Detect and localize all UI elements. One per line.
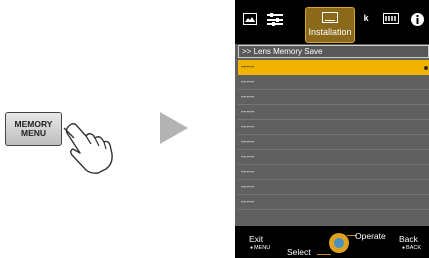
lens-memory-list: ----- ----- ----- ----- ----- ----- ----… bbox=[238, 60, 429, 210]
lens-memory-slot[interactable]: ----- bbox=[238, 195, 429, 210]
back-key: BACK bbox=[402, 245, 421, 251]
button-label-line2: MENU bbox=[20, 128, 47, 138]
lens-memory-slot[interactable]: ----- bbox=[238, 165, 429, 180]
tab-wrench-icon[interactable]: ᵏ bbox=[364, 13, 369, 27]
lens-memory-slot[interactable]: ----- bbox=[238, 75, 429, 90]
tab-display-icon[interactable] bbox=[383, 13, 399, 28]
menu-footer: Exit MENU Select Operate Back BACK bbox=[235, 226, 429, 258]
tab-info-icon[interactable] bbox=[411, 13, 424, 29]
tab-adjust-sliders-icon[interactable] bbox=[267, 13, 283, 29]
tab-installation[interactable]: Installation bbox=[305, 7, 355, 43]
lens-memory-slot[interactable]: ----- bbox=[238, 90, 429, 105]
lens-memory-slot[interactable]: ----- bbox=[238, 135, 429, 150]
memory-menu-button[interactable]: MEMORY MENU bbox=[5, 112, 62, 146]
menu-title: >> Lens Memory Save bbox=[238, 45, 429, 58]
operate-label: Operate bbox=[355, 231, 386, 241]
exit-key: MENU bbox=[250, 245, 270, 251]
back-label: Back bbox=[399, 234, 418, 244]
tab-installation-label: Installation bbox=[308, 27, 352, 37]
play-arrow-icon bbox=[160, 112, 188, 144]
lens-memory-slot[interactable]: ----- bbox=[238, 60, 429, 75]
select-leader-line bbox=[317, 254, 331, 255]
installation-icon bbox=[322, 12, 338, 23]
pressing-hand-icon bbox=[63, 123, 113, 174]
exit-label: Exit bbox=[249, 234, 264, 244]
lens-memory-slot[interactable]: ----- bbox=[238, 180, 429, 195]
operate-dial-icon bbox=[329, 233, 349, 253]
lens-memory-slot[interactable]: ----- bbox=[238, 105, 429, 120]
lens-memory-slot[interactable]: ----- bbox=[238, 150, 429, 165]
osd-menu-panel: Installation ᵏ >> Lens Memory Save -----… bbox=[235, 0, 429, 258]
lens-memory-slot[interactable]: ----- bbox=[238, 120, 429, 135]
menu-tab-bar: Installation ᵏ bbox=[235, 0, 429, 44]
select-label: Select bbox=[287, 247, 311, 257]
tab-picture-icon[interactable] bbox=[243, 13, 257, 28]
scroll-indicator-dot bbox=[424, 66, 428, 70]
